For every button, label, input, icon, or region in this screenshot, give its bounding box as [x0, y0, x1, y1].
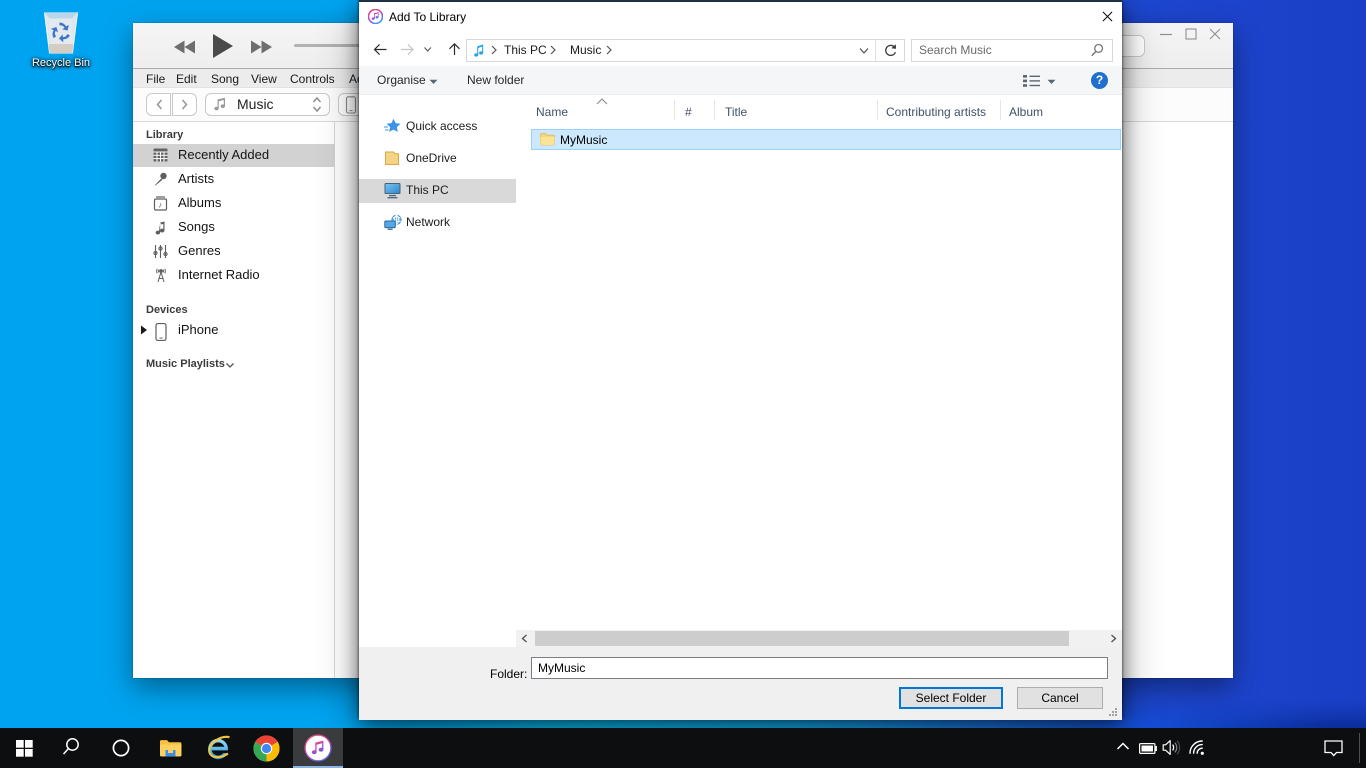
- svg-text:♪: ♪: [158, 201, 162, 210]
